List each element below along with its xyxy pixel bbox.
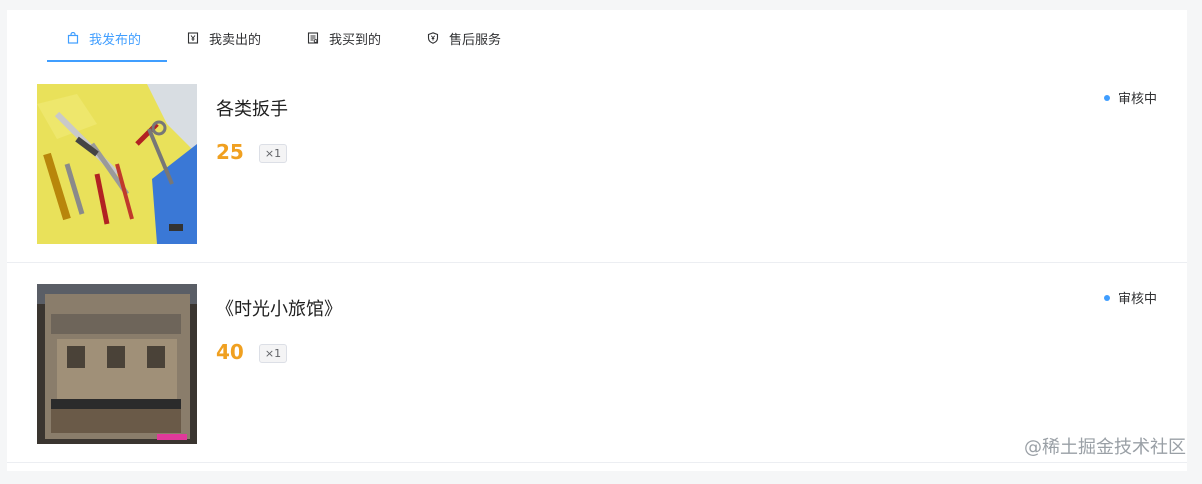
status-text: 审核中: [1117, 292, 1157, 307]
tab-label: 我发布的: [89, 32, 142, 48]
shield-yen-icon: [427, 32, 439, 44]
active-tab-indicator: [47, 60, 167, 62]
tab-published[interactable]: 我发布的: [67, 10, 141, 66]
order-tabs: 我发布的 我卖出的 我买到的 售后服务: [7, 10, 1187, 66]
product-title[interactable]: 《时光小旅馆》: [216, 295, 342, 321]
watermark: @稀土掘金技术社区: [1024, 437, 1186, 458]
tab-after-sales[interactable]: 售后服务: [427, 10, 501, 66]
tab-sold[interactable]: 我卖出的: [187, 10, 261, 66]
order-card[interactable]: 《时光小旅馆》 40 ×1 审核中: [7, 284, 1187, 484]
product-price: 25: [216, 140, 244, 164]
status-dot: [1103, 294, 1110, 301]
tools-photo: [37, 84, 197, 244]
status-badge: 审核中: [1103, 88, 1157, 107]
product-price: 40: [216, 340, 244, 364]
product-image-tools[interactable]: [37, 84, 197, 244]
receipt-icon: [187, 32, 199, 44]
orders-panel: 我发布的 我卖出的 我买到的 售后服务 各类扳手 25 ×1 审核中 《时光小旅…: [7, 10, 1187, 471]
order-card[interactable]: 各类扳手 25 ×1 审核中: [7, 84, 1187, 284]
row-divider: [7, 262, 1187, 263]
status-text: 审核中: [1117, 92, 1157, 107]
tab-label: 我卖出的: [209, 32, 262, 48]
product-title[interactable]: 各类扳手: [216, 95, 288, 121]
book-photo: [37, 284, 197, 444]
status-dot: [1103, 94, 1110, 101]
row-divider: [7, 462, 1187, 463]
product-image-book[interactable]: [37, 284, 197, 444]
quantity-badge: ×1: [259, 344, 287, 363]
tab-label: 我买到的: [329, 32, 382, 48]
quantity-badge: ×1: [259, 144, 287, 163]
document-icon: [307, 32, 319, 44]
status-badge: 审核中: [1103, 288, 1157, 307]
tab-bought[interactable]: 我买到的: [307, 10, 381, 66]
tab-label: 售后服务: [449, 32, 502, 48]
shopping-bag-icon: [67, 32, 79, 44]
